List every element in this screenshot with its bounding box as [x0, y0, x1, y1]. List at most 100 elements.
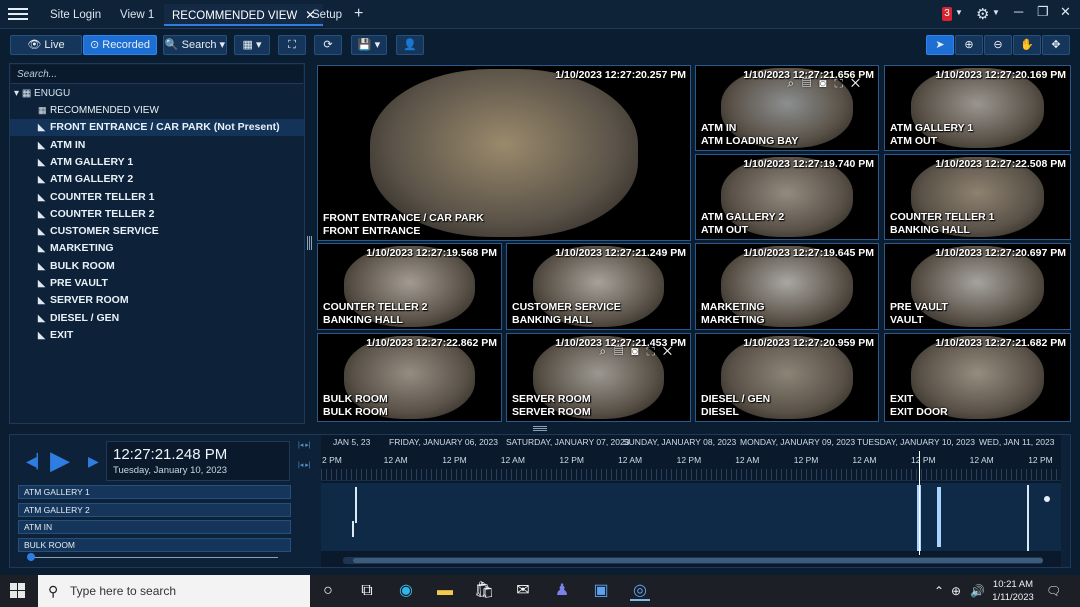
chevron-down-icon[interactable]: ▼: [992, 8, 1000, 17]
taskbar-search-box[interactable]: ⚲ Type here to search: [38, 575, 310, 607]
jump-end-icon[interactable]: |◂ ▸|: [298, 461, 311, 469]
expand-caret-icon[interactable]: ▾: [14, 88, 19, 99]
tab-site-login[interactable]: Site Login: [42, 4, 109, 26]
camera-tile[interactable]: 1/10/2023 12:27:19.645 PM MARKETING MARKET…: [695, 243, 879, 330]
playhead-cursor[interactable]: [919, 451, 920, 555]
track-label[interactable]: ATM GALLERY 1: [18, 485, 291, 499]
tree-item-camera[interactable]: ◣ PRE VAULT: [10, 275, 304, 292]
camera-tile[interactable]: 1/10/2023 12:27:20.697 PM PRE VAULT VAULT: [884, 243, 1071, 330]
timeline-scrollbar-thumb[interactable]: [353, 558, 1043, 563]
tree-root-site[interactable]: ▾ ▦ ENUGU: [14, 88, 70, 99]
timeline-tracks[interactable]: [321, 483, 1061, 551]
camera-tile[interactable]: 1/10/2023 12:27:22.508 PM COUNTER TELLER …: [884, 154, 1071, 240]
windows-start-icon[interactable]: [10, 583, 26, 599]
move-button[interactable]: ✥: [1042, 35, 1070, 55]
tree-item-camera[interactable]: ◣ BULK ROOM: [10, 258, 304, 275]
tab-view-1[interactable]: View 1: [112, 4, 162, 26]
step-forward-icon[interactable]: ▶: [88, 453, 99, 470]
play-icon[interactable]: ▶: [50, 445, 70, 476]
mail-icon[interactable]: ✉: [513, 581, 533, 601]
timeline-vscroll-handle[interactable]: [1044, 496, 1050, 502]
taskbar-clock[interactable]: 10:21 AM 1/11/2023: [985, 578, 1041, 604]
track-label[interactable]: ATM IN: [18, 520, 291, 534]
tree-item-camera[interactable]: ◣ COUNTER TELLER 1: [10, 189, 304, 206]
tab-label: RECOMMENDED VIEW: [172, 10, 298, 22]
globe-icon[interactable]: ⊕: [951, 584, 961, 598]
tree-item-camera[interactable]: ◣ ATM GALLERY 2: [10, 171, 304, 188]
camera-tile[interactable]: 1/10/2023 12:27:21.682 PM EXIT EXIT DOOR: [884, 333, 1071, 422]
tree-item-camera[interactable]: ◣ EXIT: [10, 327, 304, 344]
jump-start-icon[interactable]: |◂ ▸|: [298, 441, 311, 449]
pointer-button[interactable]: ➤: [926, 35, 954, 55]
camera-label: DIESEL / GEN DIESEL: [701, 393, 770, 419]
plus-icon[interactable]: +: [354, 5, 363, 23]
task-view-icon[interactable]: ⧉: [357, 581, 377, 601]
minimize-icon[interactable]: ─: [1014, 4, 1023, 19]
tree-search-input[interactable]: Search...: [11, 65, 303, 84]
close-icon[interactable]: ✕: [1060, 4, 1071, 20]
camera-location: BANKING HALL: [890, 224, 970, 236]
restore-icon[interactable]: ❐: [1037, 4, 1049, 20]
zoom-slider-track[interactable]: [32, 557, 278, 558]
tree-item-camera[interactable]: ◣ SERVER ROOM: [10, 292, 304, 309]
layout-button[interactable]: ▦ ▾: [234, 35, 270, 55]
file-explorer-icon[interactable]: ▬: [435, 581, 455, 601]
camera-tile[interactable]: 1/10/2023 12:27:21.453 PM ⌕▤◙⛶✕ SERVER ROO…: [506, 333, 691, 422]
camera-tile[interactable]: 1/10/2023 12:27:20.257 PM FRONT ENTRANCE …: [317, 65, 691, 241]
zoom-in-button[interactable]: ⊕: [955, 35, 983, 55]
camera-tile[interactable]: 1/10/2023 12:27:19.740 PM ATM GALLERY 2 AT…: [695, 154, 879, 240]
track-label[interactable]: ATM GALLERY 2: [18, 502, 291, 517]
zoom-out-button[interactable]: ⊖: [984, 35, 1012, 55]
camera-tile[interactable]: 1/10/2023 12:27:20.959 PM DIESEL / GEN DIE…: [695, 333, 879, 422]
camera-tile[interactable]: 1/10/2023 12:27:22.862 PM BULK ROOM BULK R…: [317, 333, 502, 422]
timeline-area[interactable]: JAN 5, 23 FRIDAY, JANUARY 06, 2023 SATURDA…: [321, 435, 1061, 567]
gear-icon[interactable]: ⚙: [976, 5, 989, 23]
alert-badge[interactable]: 3: [942, 7, 952, 21]
recording-segment[interactable]: [937, 487, 941, 547]
tree-item-camera[interactable]: ◣ MARKETING: [10, 240, 304, 257]
tree-item-camera[interactable]: ◣ DIESEL / GEN: [10, 310, 304, 327]
store-icon[interactable]: 🛍: [474, 581, 494, 601]
edge-icon[interactable]: ◉: [396, 581, 416, 601]
teams-icon[interactable]: ♟: [552, 581, 572, 601]
camera-tile[interactable]: 1/10/2023 12:27:21.656 PM ⌕▤◙⛶✕ ATM IN ATM …: [695, 65, 879, 151]
chevron-up-icon[interactable]: ⌃: [934, 584, 944, 598]
tree-item-view[interactable]: ▦ RECOMMENDED VIEW: [10, 102, 304, 119]
camera-tile[interactable]: 1/10/2023 12:27:19.568 PM COUNTER TELLER …: [317, 243, 502, 330]
tree-item-camera[interactable]: ◣ CUSTOMER SERVICE: [10, 223, 304, 240]
refresh-button[interactable]: ⟳: [314, 35, 342, 55]
horizontal-splitter[interactable]: [533, 426, 547, 432]
save-button[interactable]: 💾 ▾: [351, 35, 387, 55]
track-label[interactable]: BULK ROOM: [18, 537, 291, 552]
vms-client-icon[interactable]: ◎: [630, 581, 650, 601]
tree-item-camera[interactable]: ◣ COUNTER TELLER 2: [10, 206, 304, 223]
speaker-icon[interactable]: 🔊: [970, 584, 985, 598]
search-button[interactable]: 🔍 Search ▾: [163, 35, 227, 55]
camera-tile[interactable]: 1/10/2023 12:27:21.249 PM CUSTOMER SERVIC…: [506, 243, 691, 330]
tree-item-camera[interactable]: ◣ ATM GALLERY 1: [10, 154, 304, 171]
tab-setup[interactable]: Setup: [304, 4, 350, 26]
timeline-scrollbar[interactable]: [343, 557, 1043, 564]
cortana-icon[interactable]: ○: [318, 581, 338, 601]
notification-icon[interactable]: 🗨: [1046, 584, 1061, 598]
tile-controls-icon[interactable]: ⌕▤◙⛶✕: [787, 76, 868, 91]
recorded-button[interactable]: ⊙ Recorded: [83, 35, 157, 55]
chevron-down-icon[interactable]: ▼: [955, 8, 963, 17]
recording-segment[interactable]: [352, 521, 354, 537]
zoom-slider-handle[interactable]: [27, 553, 35, 561]
vertical-splitter[interactable]: [307, 236, 313, 250]
hamburger-icon[interactable]: [8, 6, 28, 22]
recording-segment[interactable]: [355, 505, 357, 523]
hand-button[interactable]: ✋: [1013, 35, 1041, 55]
recording-segment[interactable]: [1027, 485, 1029, 551]
fullscreen-button[interactable]: ⛶: [278, 35, 306, 55]
live-button[interactable]: 👁 Live: [10, 35, 82, 55]
user-add-button[interactable]: 👤: [396, 35, 424, 55]
tree-item-camera[interactable]: ◣ FRONT ENTRANCE / CAR PARK (Not Present): [10, 119, 304, 137]
tree-item-camera[interactable]: ◣ ATM IN: [10, 137, 304, 154]
step-back-icon[interactable]: ◀▏: [26, 453, 48, 470]
tab-recommended-view[interactable]: RECOMMENDED VIEW ✕: [164, 4, 324, 26]
notes-icon[interactable]: ▣: [591, 581, 611, 601]
tile-controls-icon[interactable]: ⌕▤◙⛶✕: [599, 344, 680, 359]
camera-tile[interactable]: 1/10/2023 12:27:20.169 PM ATM GALLERY 1 AT…: [884, 65, 1071, 151]
